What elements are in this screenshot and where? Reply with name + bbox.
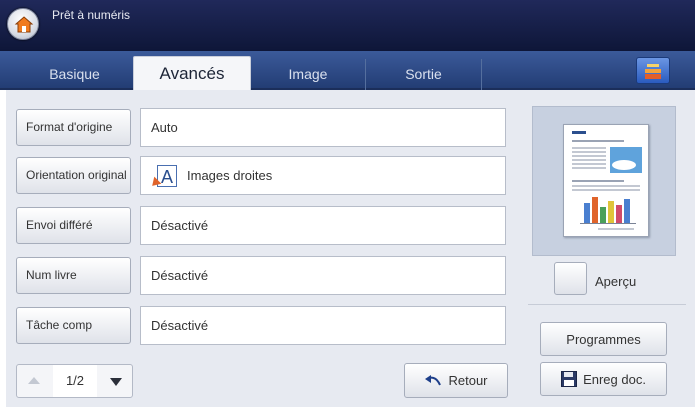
page-navigator: 1/2 [16,364,133,398]
save-document-button[interactable]: Enreg doc. [540,362,667,396]
page-down-button[interactable] [99,365,133,397]
orientation-original-value-text: Images droites [187,168,273,183]
tab-basique[interactable]: Basique [16,59,134,90]
tab-avances[interactable]: Avancés [133,56,251,92]
programmes-label: Programmes [566,331,641,347]
divider [528,304,686,305]
document-thumbnail [563,124,649,237]
tab-sortie[interactable]: Sortie [366,59,482,90]
envoi-differe-value-text: Désactivé [151,218,209,233]
job-status-button[interactable] [636,57,670,84]
tache-comp-button[interactable]: Tâche comp [16,307,131,344]
format-origine-value-text: Auto [151,120,178,135]
preview-frame [532,106,676,256]
document-preview-image [572,131,642,230]
save-document-label: Enreg doc. [583,371,646,387]
title-bar: Prêt à numéris [0,0,695,51]
undo-arrow-icon [425,374,442,385]
num-livre-value-text: Désactivé [151,268,209,283]
tab-bar: Basique Avancés Image Sortie [0,51,695,92]
format-origine-button[interactable]: Format d'origine [16,109,131,146]
envoi-differe-button[interactable]: Envoi différé [16,207,131,244]
preview-panel: Aperçu Programmes Enreg doc. [518,90,695,407]
tache-comp-value: Désactivé [140,306,506,345]
floppy-disk-icon [561,371,578,387]
tab-image[interactable]: Image [251,59,366,90]
format-origine-value: Auto [140,108,506,147]
page-indicator: 1/2 [53,365,97,397]
advanced-settings-panel: Format d'origine Auto Orientation origin… [6,90,518,407]
home-button[interactable] [7,8,39,40]
orientation-original-value: A Images droites [140,156,506,195]
envoi-differe-value: Désactivé [140,206,506,245]
portrait-orientation-icon: A [148,163,179,189]
page-up-button[interactable] [17,365,51,397]
retour-label: Retour [448,373,488,388]
programmes-button[interactable]: Programmes [540,322,667,356]
num-livre-value: Désactivé [140,256,506,295]
orientation-original-button[interactable]: Orientation original [16,157,131,194]
num-livre-button[interactable]: Num livre [16,257,131,294]
apercu-label: Aperçu [595,274,637,289]
retour-button[interactable]: Retour [404,363,508,398]
page-title: Prêt à numéris [52,8,131,22]
stack-icon [645,64,661,79]
tache-comp-value-text: Désactivé [151,318,209,333]
apercu-checkbox[interactable] [554,262,587,295]
home-icon [14,16,34,33]
